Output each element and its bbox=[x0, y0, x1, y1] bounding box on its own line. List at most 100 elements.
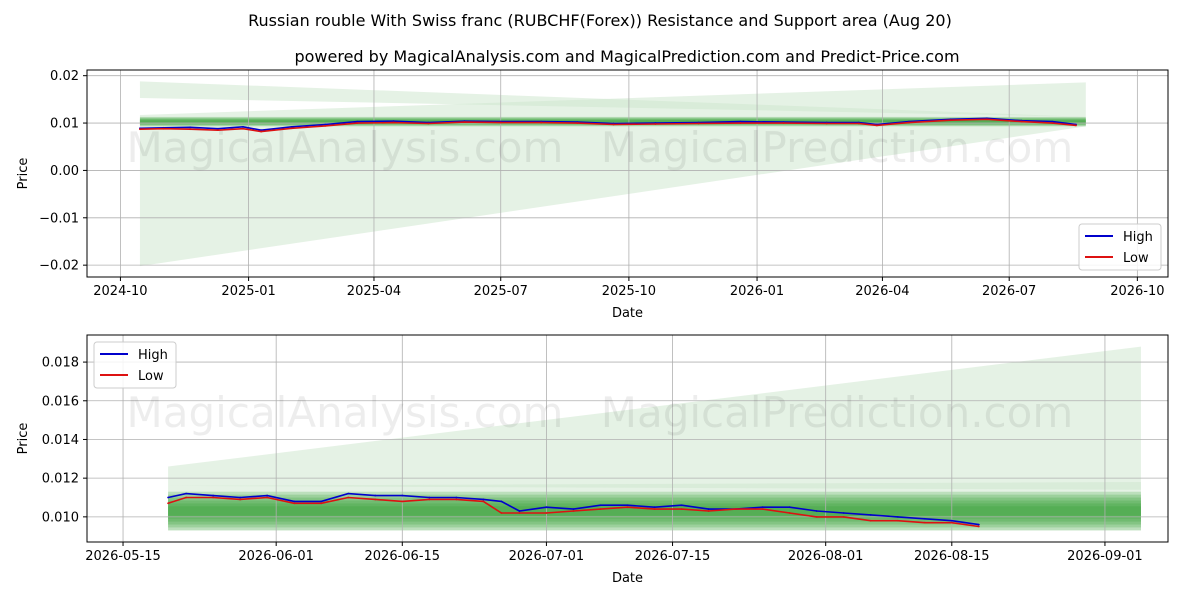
data-point-low bbox=[761, 508, 764, 511]
data-point-low bbox=[428, 498, 431, 501]
data-point-low bbox=[293, 502, 296, 505]
data-point-low bbox=[923, 521, 926, 524]
y-axis-label: Price bbox=[16, 423, 31, 455]
data-point-low bbox=[290, 127, 293, 130]
data-point-high bbox=[572, 508, 575, 511]
data-point-low bbox=[782, 122, 785, 124]
data-point-low bbox=[576, 122, 579, 124]
data-point-high bbox=[599, 504, 602, 507]
y-tick-label: 0.02 bbox=[50, 69, 79, 84]
data-point-low bbox=[572, 510, 575, 512]
data-point-high bbox=[500, 500, 503, 503]
data-point-high bbox=[242, 125, 244, 128]
data-point-low bbox=[842, 515, 845, 518]
data-point-high bbox=[266, 494, 269, 497]
data-point-low bbox=[356, 122, 359, 124]
chart-subtitle: powered by MagicalAnalysis.com and Magic… bbox=[294, 47, 959, 66]
data-point-low bbox=[734, 508, 737, 511]
data-point-low bbox=[185, 496, 187, 499]
chart-canvas: Russian rouble With Swiss franc (RUBCHF(… bbox=[16, 11, 1169, 586]
x-tick-label: 2025-01 bbox=[221, 284, 275, 299]
data-point-low bbox=[949, 119, 952, 122]
x-tick-label: 2026-09-01 bbox=[1067, 549, 1143, 564]
data-point-low bbox=[626, 506, 629, 509]
data-point-low bbox=[1075, 124, 1077, 127]
data-point-high bbox=[428, 496, 431, 499]
data-point-high bbox=[842, 512, 845, 514]
data-point-low bbox=[1020, 120, 1023, 123]
data-point-low bbox=[950, 521, 953, 524]
x-tick-label: 2026-05-15 bbox=[85, 549, 161, 564]
x-tick-label: 2025-07 bbox=[474, 284, 528, 299]
data-point-high bbox=[761, 506, 764, 509]
data-point-high bbox=[923, 517, 926, 520]
data-point-high bbox=[293, 500, 296, 503]
data-point-low bbox=[482, 500, 485, 503]
x-tick-label: 2025-10 bbox=[602, 284, 656, 299]
x-tick-label: 2026-07-15 bbox=[635, 549, 711, 564]
fan-area-2 bbox=[139, 82, 1086, 267]
watermark-right: MagicalPrediction.com bbox=[601, 123, 1074, 172]
watermark-left: MagicalAnalysis.com bbox=[127, 123, 564, 172]
x-tick-label: 2026-06-01 bbox=[238, 549, 314, 564]
data-point-high bbox=[374, 494, 377, 497]
watermark-left: MagicalAnalysis.com bbox=[127, 388, 564, 437]
y-tick-label: 0.00 bbox=[50, 164, 79, 179]
x-tick-label: 2024-10 bbox=[93, 284, 147, 299]
data-point-low bbox=[599, 508, 602, 511]
data-point-high bbox=[401, 494, 404, 497]
data-point-low bbox=[1051, 122, 1054, 124]
x-axis-label: Date bbox=[612, 571, 643, 586]
data-point-low bbox=[977, 525, 980, 528]
data-point-low bbox=[500, 512, 503, 514]
x-axis-label: Date bbox=[612, 306, 643, 321]
data-point-low bbox=[260, 130, 263, 133]
data-point-low bbox=[212, 496, 215, 499]
data-point-high bbox=[545, 506, 548, 509]
top-panel: MagicalAnalysis.com MagicalPrediction.com… bbox=[16, 69, 1169, 321]
x-tick-label: 2026-08-01 bbox=[788, 549, 864, 564]
data-point-low bbox=[875, 124, 878, 127]
data-point-low bbox=[907, 121, 910, 124]
watermark-right: MagicalPrediction.com bbox=[601, 388, 1074, 437]
data-point-low bbox=[374, 498, 377, 501]
data-point-high bbox=[869, 514, 872, 516]
data-point-low bbox=[427, 122, 430, 125]
data-point-high bbox=[653, 506, 656, 509]
data-point-high bbox=[185, 492, 187, 495]
data-point-high bbox=[455, 496, 458, 499]
data-point-low bbox=[540, 121, 543, 124]
data-point-high bbox=[680, 504, 683, 507]
y-tick-label: −0.01 bbox=[39, 211, 79, 226]
data-point-low bbox=[239, 498, 242, 501]
chart-figure: Russian rouble With Swiss franc (RUBCHF(… bbox=[0, 0, 1200, 600]
data-point-low bbox=[825, 122, 828, 125]
data-point-high bbox=[815, 510, 818, 512]
data-point-low bbox=[167, 502, 169, 505]
data-point-low bbox=[189, 128, 191, 131]
y-tick-label: 0.018 bbox=[42, 356, 79, 371]
x-tick-label: 2026-08-15 bbox=[914, 549, 990, 564]
data-point-low bbox=[788, 512, 791, 514]
x-tick-label: 2026-07 bbox=[982, 284, 1036, 299]
x-tick-label: 2025-04 bbox=[347, 284, 401, 299]
data-point-high bbox=[347, 492, 350, 495]
data-point-high bbox=[950, 519, 953, 522]
y-tick-label: 0.010 bbox=[42, 510, 79, 525]
data-point-low bbox=[347, 496, 350, 499]
legend-label-low: Low bbox=[1123, 251, 1149, 266]
data-point-low bbox=[518, 512, 521, 514]
data-point-low bbox=[392, 121, 395, 124]
data-point-low bbox=[653, 508, 656, 511]
y-tick-label: 0.01 bbox=[50, 117, 79, 132]
data-point-high bbox=[189, 126, 191, 129]
data-point-high bbox=[707, 508, 710, 511]
data-point-low bbox=[455, 498, 458, 501]
data-point-high bbox=[896, 515, 899, 518]
x-tick-label: 2026-06-15 bbox=[365, 549, 441, 564]
data-point-high bbox=[626, 504, 629, 507]
data-point-low bbox=[217, 129, 219, 132]
data-point-low bbox=[139, 128, 141, 131]
data-point-high bbox=[167, 496, 169, 499]
data-point-high bbox=[518, 510, 521, 512]
